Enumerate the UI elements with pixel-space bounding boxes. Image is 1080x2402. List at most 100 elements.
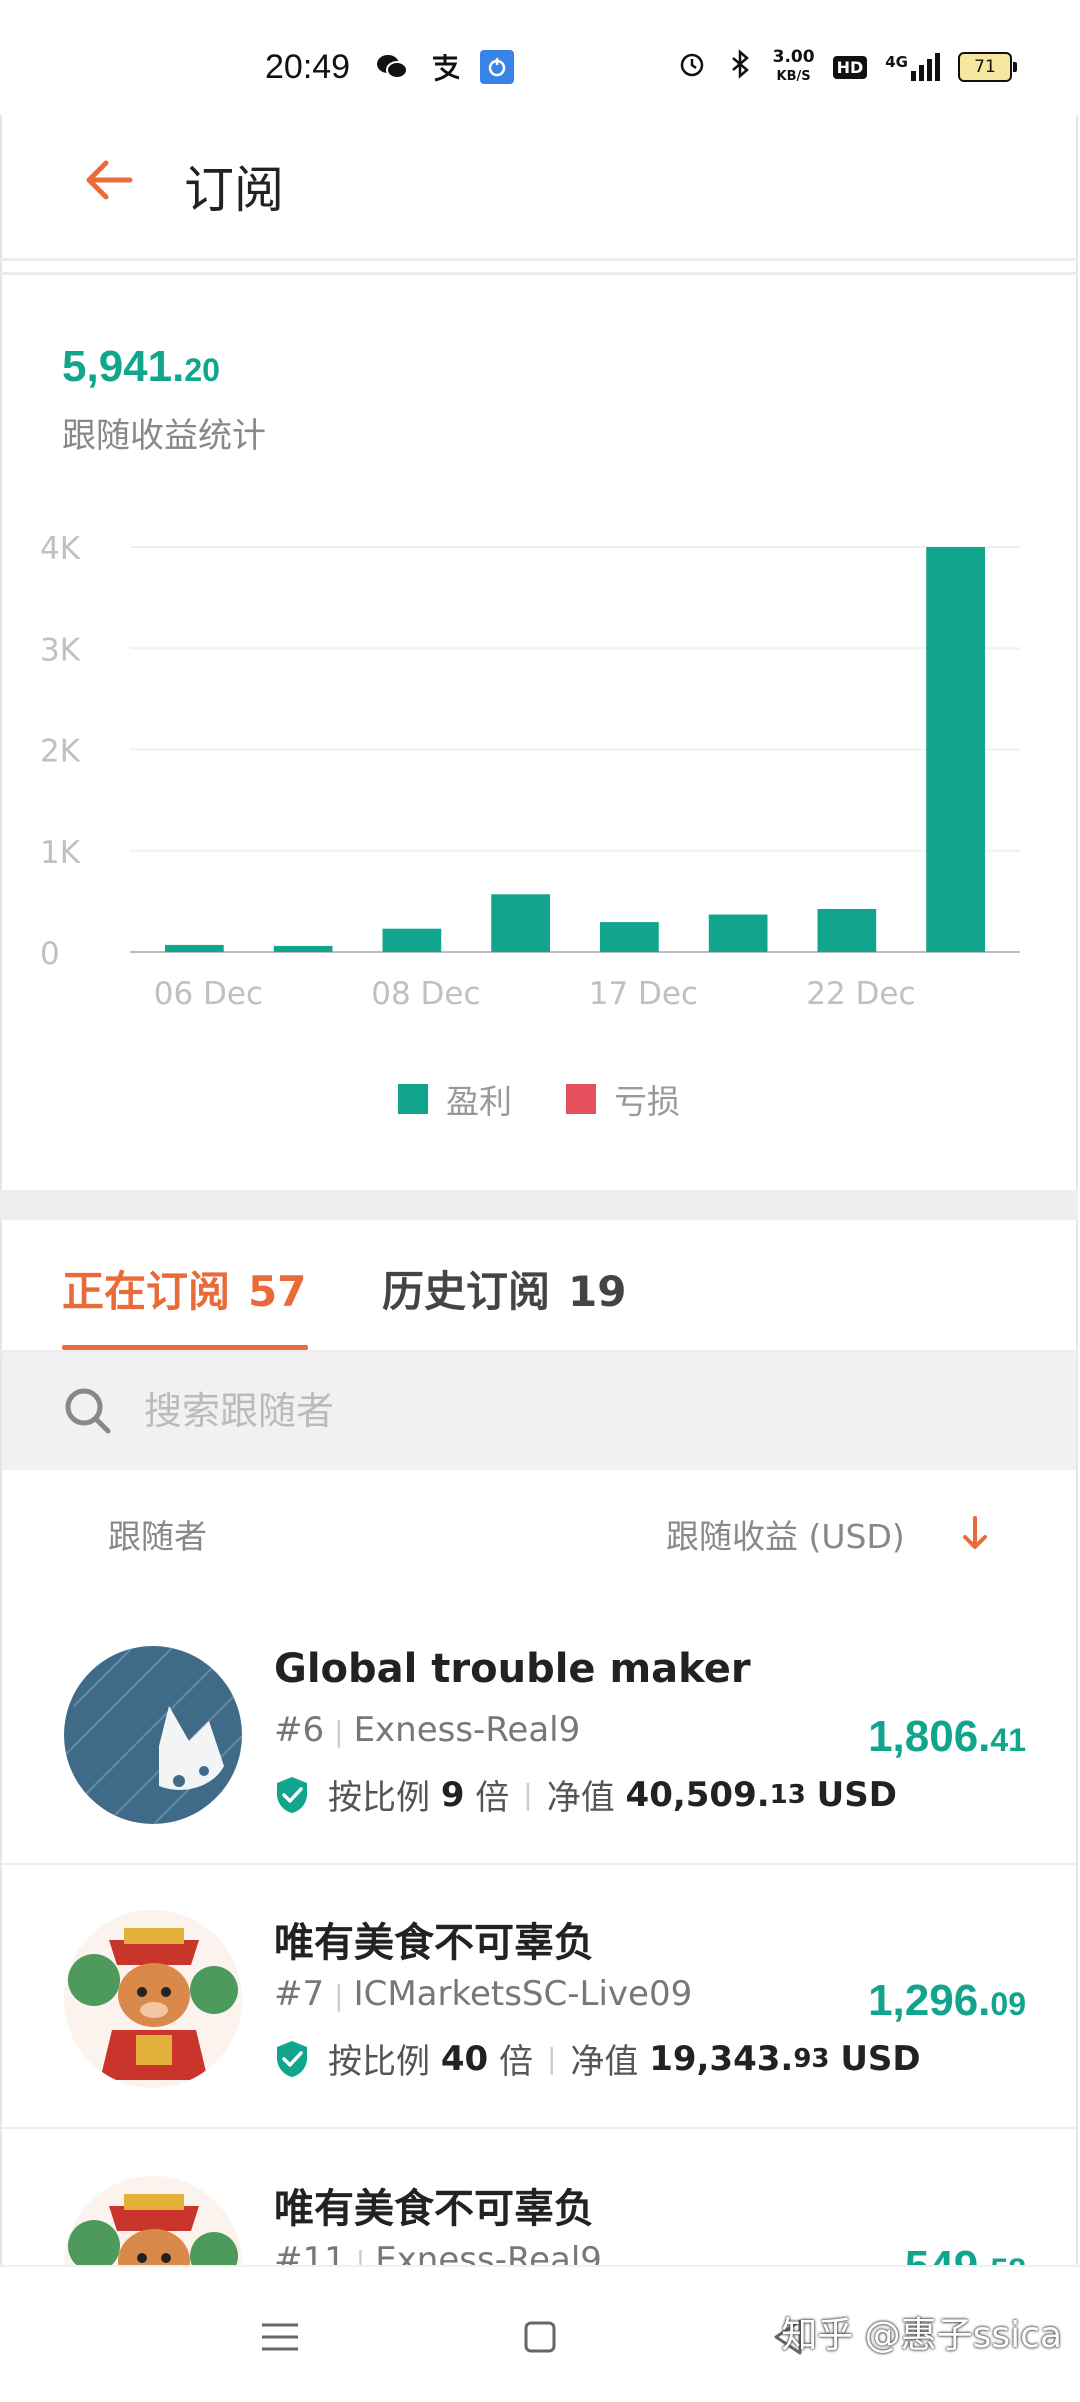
bar bbox=[491, 894, 550, 952]
profit-bar-chart: 0 1K 2K 3K 4K 06 Dec 08 Dec 17 Dec 22 Dec bbox=[40, 531, 1020, 1012]
follower-profit: 1,296.09 bbox=[868, 1976, 1026, 2026]
follower-meta: #7 | ICMarketsSC-Live09 bbox=[274, 1974, 693, 2014]
status-icons: 3.00 KB/S HD 4G 71 bbox=[677, 47, 1017, 86]
follower-detail: 按比例 40 倍 | 净值 19,343. 93 USD bbox=[274, 2034, 921, 2083]
bar bbox=[817, 908, 877, 952]
bar bbox=[600, 922, 659, 952]
total-profit-dec: 20 bbox=[184, 352, 220, 388]
follower-name[interactable]: Global trouble maker bbox=[274, 1646, 751, 1692]
y-tick-label: 3K bbox=[40, 632, 81, 668]
search-icon bbox=[65, 1388, 111, 1434]
menu-nav-icon[interactable] bbox=[250, 2307, 310, 2367]
follower-meta: #6 | Exness-Real9 bbox=[274, 1710, 581, 1750]
tab-current-count: 57 bbox=[248, 1267, 307, 1316]
y-tick-label: 2K bbox=[40, 734, 81, 770]
equity-currency: USD bbox=[816, 1774, 897, 1815]
search-input[interactable] bbox=[142, 1388, 946, 1434]
follower-row[interactable]: Global trouble maker #6 | Exness-Real9 按比例… bbox=[2, 1598, 1076, 1865]
follower-row[interactable]: 唯有美食不可辜负 #7 | ICMarketsSC-Live09 按比例 40 倍 … bbox=[2, 1862, 1076, 2129]
legend-profit-label: 盈利 bbox=[446, 1082, 512, 1121]
header-divider-2 bbox=[0, 272, 1078, 275]
follower-server: Exness-Real9 bbox=[375, 2240, 602, 2265]
total-profit: 5,941.20 bbox=[62, 342, 220, 392]
battery-indicator: 71 bbox=[958, 52, 1017, 82]
ratio-prefix: 按比例 bbox=[328, 2042, 430, 2082]
list-header-follower: 跟随者 bbox=[108, 1517, 207, 1556]
follower-profit-dec: 41 bbox=[990, 1722, 1026, 1758]
legend-loss-label: 亏损 bbox=[614, 1082, 680, 1121]
follower-meta: #11 | Exness-Real9 bbox=[274, 2240, 602, 2265]
bluetooth-icon bbox=[725, 49, 755, 85]
legend-loss-swatch bbox=[566, 1084, 596, 1114]
speed-unit: KB/S bbox=[776, 69, 811, 84]
equity-dec: 93 bbox=[793, 2043, 830, 2074]
x-tick-label: 08 Dec bbox=[371, 976, 480, 1012]
wechat-icon bbox=[375, 50, 409, 84]
follower-name[interactable]: 唯有美食不可辜负 bbox=[274, 1910, 594, 1968]
follower-profit-int: 1,296. bbox=[868, 1976, 991, 2025]
status-bar: 20:49 3.00 KB/S HD 4G 71 bbox=[0, 0, 1080, 115]
x-tick-label: 17 Dec bbox=[589, 976, 698, 1012]
watermark: 知乎 @惠子ssica bbox=[781, 2315, 1062, 2356]
equity-int: 40,509. bbox=[625, 1774, 770, 1815]
follower-rank: #11 bbox=[274, 2240, 346, 2265]
page-title: 订阅 bbox=[184, 161, 284, 219]
follower-profit-dec: 58 bbox=[990, 2252, 1026, 2265]
y-tick-label: 1K bbox=[40, 835, 81, 871]
ratio-suffix: 倍 bbox=[498, 2042, 533, 2082]
follower-server: Exness-Real9 bbox=[353, 1710, 581, 1750]
equity-label: 净值 bbox=[546, 1778, 615, 1818]
search-bar[interactable] bbox=[2, 1352, 1076, 1470]
list-header-profit[interactable]: 跟随收益 (USD) bbox=[666, 1510, 905, 1558]
section-separator bbox=[0, 1190, 1078, 1220]
ratio-suffix: 倍 bbox=[475, 1778, 510, 1818]
equity-currency: USD bbox=[840, 2038, 921, 2079]
x-tick-label: 22 Dec bbox=[806, 976, 915, 1012]
tab-history-subscriptions[interactable]: 历史订阅 19 bbox=[382, 1258, 626, 1319]
avatar bbox=[64, 1646, 242, 1824]
tab-current-label: 正在订阅 bbox=[62, 1267, 231, 1316]
tab-history-label: 历史订阅 bbox=[382, 1267, 551, 1316]
tab-history-count: 19 bbox=[568, 1267, 627, 1316]
home-nav-icon[interactable] bbox=[510, 2307, 570, 2367]
bar bbox=[926, 547, 985, 952]
bar bbox=[273, 945, 333, 952]
follower-server: ICMarketsSC-Live09 bbox=[353, 1974, 693, 2014]
follower-rank: #7 bbox=[274, 1974, 325, 2014]
alarm-icon bbox=[677, 49, 707, 85]
tab-current-subscriptions[interactable]: 正在订阅 57 bbox=[62, 1258, 306, 1319]
follower-profit-dec: 09 bbox=[990, 1986, 1026, 2022]
alipay-icon bbox=[428, 50, 462, 84]
y-tick-label: 0 bbox=[40, 936, 60, 972]
total-profit-int: 5,941. bbox=[62, 342, 185, 391]
avatar bbox=[64, 1910, 242, 2088]
bar bbox=[708, 914, 768, 952]
follower-profit-int: 549. bbox=[905, 2242, 991, 2265]
follower-detail: 按比例 9 倍 | 净值 40,509. 13 USD bbox=[274, 1770, 897, 1819]
legend-loss[interactable]: 亏损 bbox=[566, 1075, 680, 1123]
signal-icon: 4G bbox=[885, 53, 940, 81]
ratio-value: 40 bbox=[440, 2038, 489, 2079]
bar bbox=[382, 928, 442, 952]
header-divider bbox=[0, 258, 1078, 261]
verified-shield-icon bbox=[277, 1776, 307, 1813]
back-arrow-icon[interactable] bbox=[78, 150, 138, 210]
follower-profit: 1,806.41 bbox=[868, 1712, 1026, 1762]
follower-profit-int: 1,806. bbox=[868, 1712, 991, 1761]
follower-name[interactable]: 唯有美食不可辜负 bbox=[274, 2176, 594, 2234]
chart-legend: 盈利 亏损 bbox=[0, 1075, 1078, 1123]
legend-profit-swatch bbox=[398, 1084, 428, 1114]
legend-profit[interactable]: 盈利 bbox=[398, 1075, 512, 1123]
speed-value: 3.00 bbox=[772, 47, 815, 67]
x-tick-label: 06 Dec bbox=[154, 976, 263, 1012]
app-notification-icon bbox=[480, 50, 514, 84]
ratio-value: 9 bbox=[440, 1774, 465, 1815]
y-tick-label: 4K bbox=[40, 531, 81, 567]
stats-label: 跟随收益统计 bbox=[62, 416, 266, 456]
equity-int: 19,343. bbox=[649, 2038, 794, 2079]
follower-row[interactable]: 唯有美食不可辜负 #11|Exness-Real9 549.58 bbox=[2, 2128, 1076, 2265]
follower-profit: 549.58 bbox=[905, 2242, 1026, 2265]
bar bbox=[165, 944, 224, 952]
verified-shield-icon bbox=[277, 2040, 307, 2077]
sort-descending-icon[interactable] bbox=[955, 1510, 995, 1556]
